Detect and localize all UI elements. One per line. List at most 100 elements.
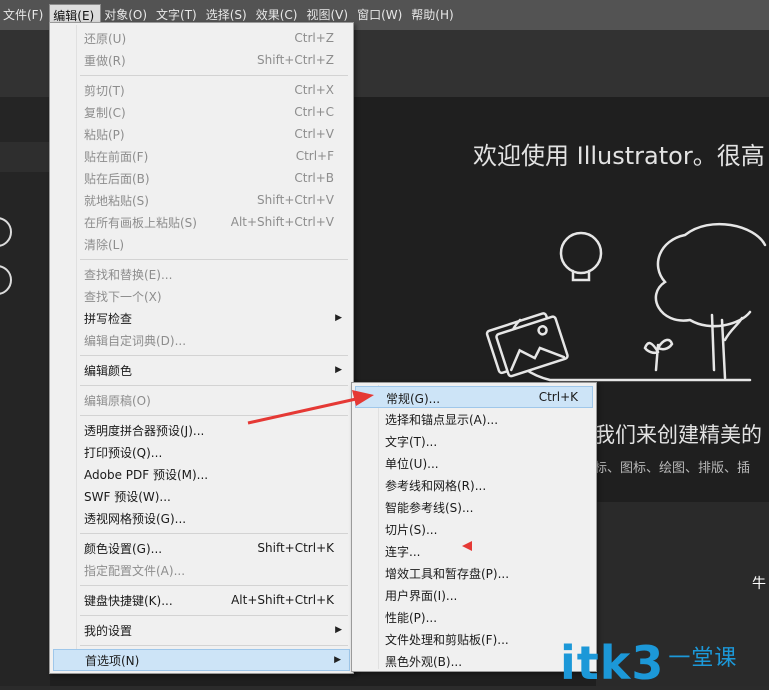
menu-item-label: 首选项(N) xyxy=(85,653,140,668)
edit-menu-item[interactable]: 就地粘贴(S) Shift+Ctrl+V xyxy=(53,189,350,211)
menu-item-label: 查找和替换(E)... xyxy=(84,267,173,282)
menu-item-label: 键盘快捷键(K)... xyxy=(84,593,173,608)
menu-item-label: 贴在前面(F) xyxy=(84,149,149,164)
edit-menu-item[interactable]: 颜色设置(G)... Shift+Ctrl+K xyxy=(53,537,350,559)
edit-menu-item[interactable]: 在所有画板上粘贴(S) Alt+Shift+Ctrl+V xyxy=(53,211,350,233)
menu-item-label: 剪切(T) xyxy=(84,83,125,98)
menu-item-label: SWF 预设(W)... xyxy=(84,489,171,504)
edit-menu-item[interactable]: 编辑颜色 ▶ xyxy=(53,359,350,381)
edit-menu-item[interactable]: 打印预设(Q)... xyxy=(53,441,350,463)
menu-item-shortcut: Alt+Shift+Ctrl+V xyxy=(230,215,334,229)
edit-menu-item[interactable]: 键盘快捷键(K)... Alt+Shift+Ctrl+K xyxy=(53,589,350,611)
preferences-item-label: 文件处理和剪贴板(F)... xyxy=(385,633,509,647)
watermark-text: itk3 xyxy=(560,636,665,690)
menu-separator xyxy=(80,585,348,586)
edit-menu-item[interactable]: 清除(L) xyxy=(53,233,350,255)
preferences-item-label: 常规(G)... xyxy=(386,392,441,406)
preferences-item[interactable]: 智能参考线(S)... xyxy=(355,496,593,518)
menu-item-label: 粘贴(P) xyxy=(84,127,125,142)
menu-separator xyxy=(80,259,348,260)
welcome-subtitle-2: 标、图标、绘图、排版、插 xyxy=(594,461,751,476)
preferences-item-label: 参考线和网格(R)... xyxy=(385,479,487,493)
edit-menu-item[interactable]: 拼写检查 ▶ xyxy=(53,307,350,329)
menu-item-shortcut: Ctrl+V xyxy=(294,127,334,141)
menu-item-label: Adobe PDF 预设(M)... xyxy=(84,467,209,482)
edit-menu-item[interactable]: 编辑自定词典(D)... xyxy=(53,329,350,351)
edit-menu-item[interactable]: 粘贴(P) Ctrl+V xyxy=(53,123,350,145)
edit-menu-item[interactable]: 贴在后面(B) Ctrl+B xyxy=(53,167,350,189)
menu-item-shortcut: Shift+Ctrl+K xyxy=(257,541,334,555)
welcome-subtitle: 我们来创建精美的 xyxy=(594,423,762,447)
preferences-item-label: 增效工具和暂存盘(P)... xyxy=(385,567,510,581)
preferences-item-label: 切片(S)... xyxy=(385,523,438,537)
preferences-item[interactable]: 选择和锚点显示(A)... xyxy=(355,408,593,430)
edit-menu-item[interactable]: 复制(C) Ctrl+C xyxy=(53,101,350,123)
edit-menu-item[interactable]: 还原(U) Ctrl+Z xyxy=(53,27,350,49)
edit-menu-item[interactable]: Adobe PDF 预设(M)... xyxy=(53,463,350,485)
preferences-item-shortcut: Ctrl+K xyxy=(538,390,578,404)
edit-menu: 还原(U) Ctrl+Z 重做(R) Shift+Ctrl+Z 剪切(T) Ctrl+X 复… xyxy=(49,22,354,674)
preferences-item-label: 选择和锚点显示(A)... xyxy=(385,413,499,427)
menu-item-shortcut: Ctrl+B xyxy=(294,171,334,185)
preferences-item[interactable]: 参考线和网格(R)... xyxy=(355,474,593,496)
menu-item-label: 清除(L) xyxy=(84,237,125,252)
edit-menu-item[interactable]: 查找和替换(E)... xyxy=(53,263,350,285)
welcome-illustration xyxy=(485,222,767,382)
preferences-submenu: 常规(G)... Ctrl+K 选择和锚点显示(A)... 文字(T)... 单位(U)… xyxy=(351,382,597,672)
preferences-item-label: 智能参考线(S)... xyxy=(385,501,474,515)
welcome-title: 欢迎使用 Illustrator。很高 xyxy=(473,142,765,170)
menu-item-label: 颜色设置(G)... xyxy=(84,541,163,556)
edit-menu-item[interactable]: 重做(R) Shift+Ctrl+Z xyxy=(53,49,350,71)
menu-item-shortcut: Ctrl+F xyxy=(295,149,334,163)
menu-item-label: 我的设置 xyxy=(84,623,133,638)
preferences-item[interactable]: 黑色外观(B)... xyxy=(355,650,593,672)
menu-item-shortcut: Shift+Ctrl+Z xyxy=(257,53,334,67)
menu-item-label: 指定配置文件(A)... xyxy=(84,563,186,578)
preferences-item[interactable]: 常规(G)... Ctrl+K xyxy=(355,386,593,408)
circle-button-1[interactable] xyxy=(0,217,12,247)
edit-menu-item[interactable]: 我的设置 ▶ xyxy=(53,619,350,641)
menu-item-label: 编辑原稿(O) xyxy=(84,393,151,408)
edit-menu-item[interactable]: 透明度拼合器预设(J)... xyxy=(53,419,350,441)
edit-menu-item[interactable]: 查找下一个(X) xyxy=(53,285,350,307)
menu-item-label: 透明度拼合器预设(J)... xyxy=(84,423,205,438)
preferences-item[interactable]: 连字... xyxy=(355,540,593,562)
edit-menu-item[interactable]: 编辑原稿(O) xyxy=(53,389,350,411)
preferences-item[interactable]: 文字(T)... xyxy=(355,430,593,452)
submenu-arrow-icon: ▶ xyxy=(334,655,341,665)
menu-item-label: 还原(U) xyxy=(84,31,127,46)
menu-item-label: 透视网格预设(G)... xyxy=(84,511,187,526)
menu-0[interactable]: 文件(F) xyxy=(0,4,49,26)
preferences-item[interactable]: 单位(U)... xyxy=(355,452,593,474)
submenu-arrow-icon: ▶ xyxy=(335,365,342,375)
edit-menu-item[interactable]: 剪切(T) Ctrl+X xyxy=(53,79,350,101)
menu-item-label: 复制(C) xyxy=(84,105,126,120)
edit-menu-item[interactable]: SWF 预设(W)... xyxy=(53,485,350,507)
menu-7[interactable]: 窗口(W) xyxy=(354,4,408,26)
preferences-item[interactable]: 用户界面(I)... xyxy=(355,584,593,606)
edit-menu-item[interactable]: 贴在前面(F) Ctrl+F xyxy=(53,145,350,167)
menu-item-shortcut: Shift+Ctrl+V xyxy=(257,193,334,207)
preferences-item[interactable]: 文件处理和剪贴板(F)... xyxy=(355,628,593,650)
menu-separator xyxy=(80,645,348,646)
edit-menu-item[interactable]: 指定配置文件(A)... xyxy=(53,559,350,581)
menu-item-label: 贴在后面(B) xyxy=(84,171,150,186)
menu-item-label: 编辑自定词典(D)... xyxy=(84,333,187,348)
preferences-item[interactable]: 增效工具和暂存盘(P)... xyxy=(355,562,593,584)
edit-menu-item[interactable]: 首选项(N) ▶ xyxy=(53,649,350,671)
preferences-item-label: 文字(T)... xyxy=(385,435,438,449)
menu-separator xyxy=(80,75,348,76)
menu-separator xyxy=(80,385,348,386)
left-panel-bar xyxy=(0,142,50,172)
menu-8[interactable]: 帮助(H) xyxy=(408,4,459,26)
menu-item-label: 打印预设(Q)... xyxy=(84,445,163,460)
preferences-item[interactable]: 切片(S)... xyxy=(355,518,593,540)
preferences-item[interactable]: 性能(P)... xyxy=(355,606,593,628)
circle-button-2[interactable] xyxy=(0,265,12,295)
menu-item-shortcut: Ctrl+Z xyxy=(294,31,334,45)
menu-separator xyxy=(80,355,348,356)
menu-item-label: 在所有画板上粘贴(S) xyxy=(84,215,197,230)
menu-item-label: 拼写检查 xyxy=(84,311,133,326)
edit-menu-item[interactable]: 透视网格预设(G)... xyxy=(53,507,350,529)
menu-item-shortcut: Alt+Shift+Ctrl+K xyxy=(231,593,334,607)
